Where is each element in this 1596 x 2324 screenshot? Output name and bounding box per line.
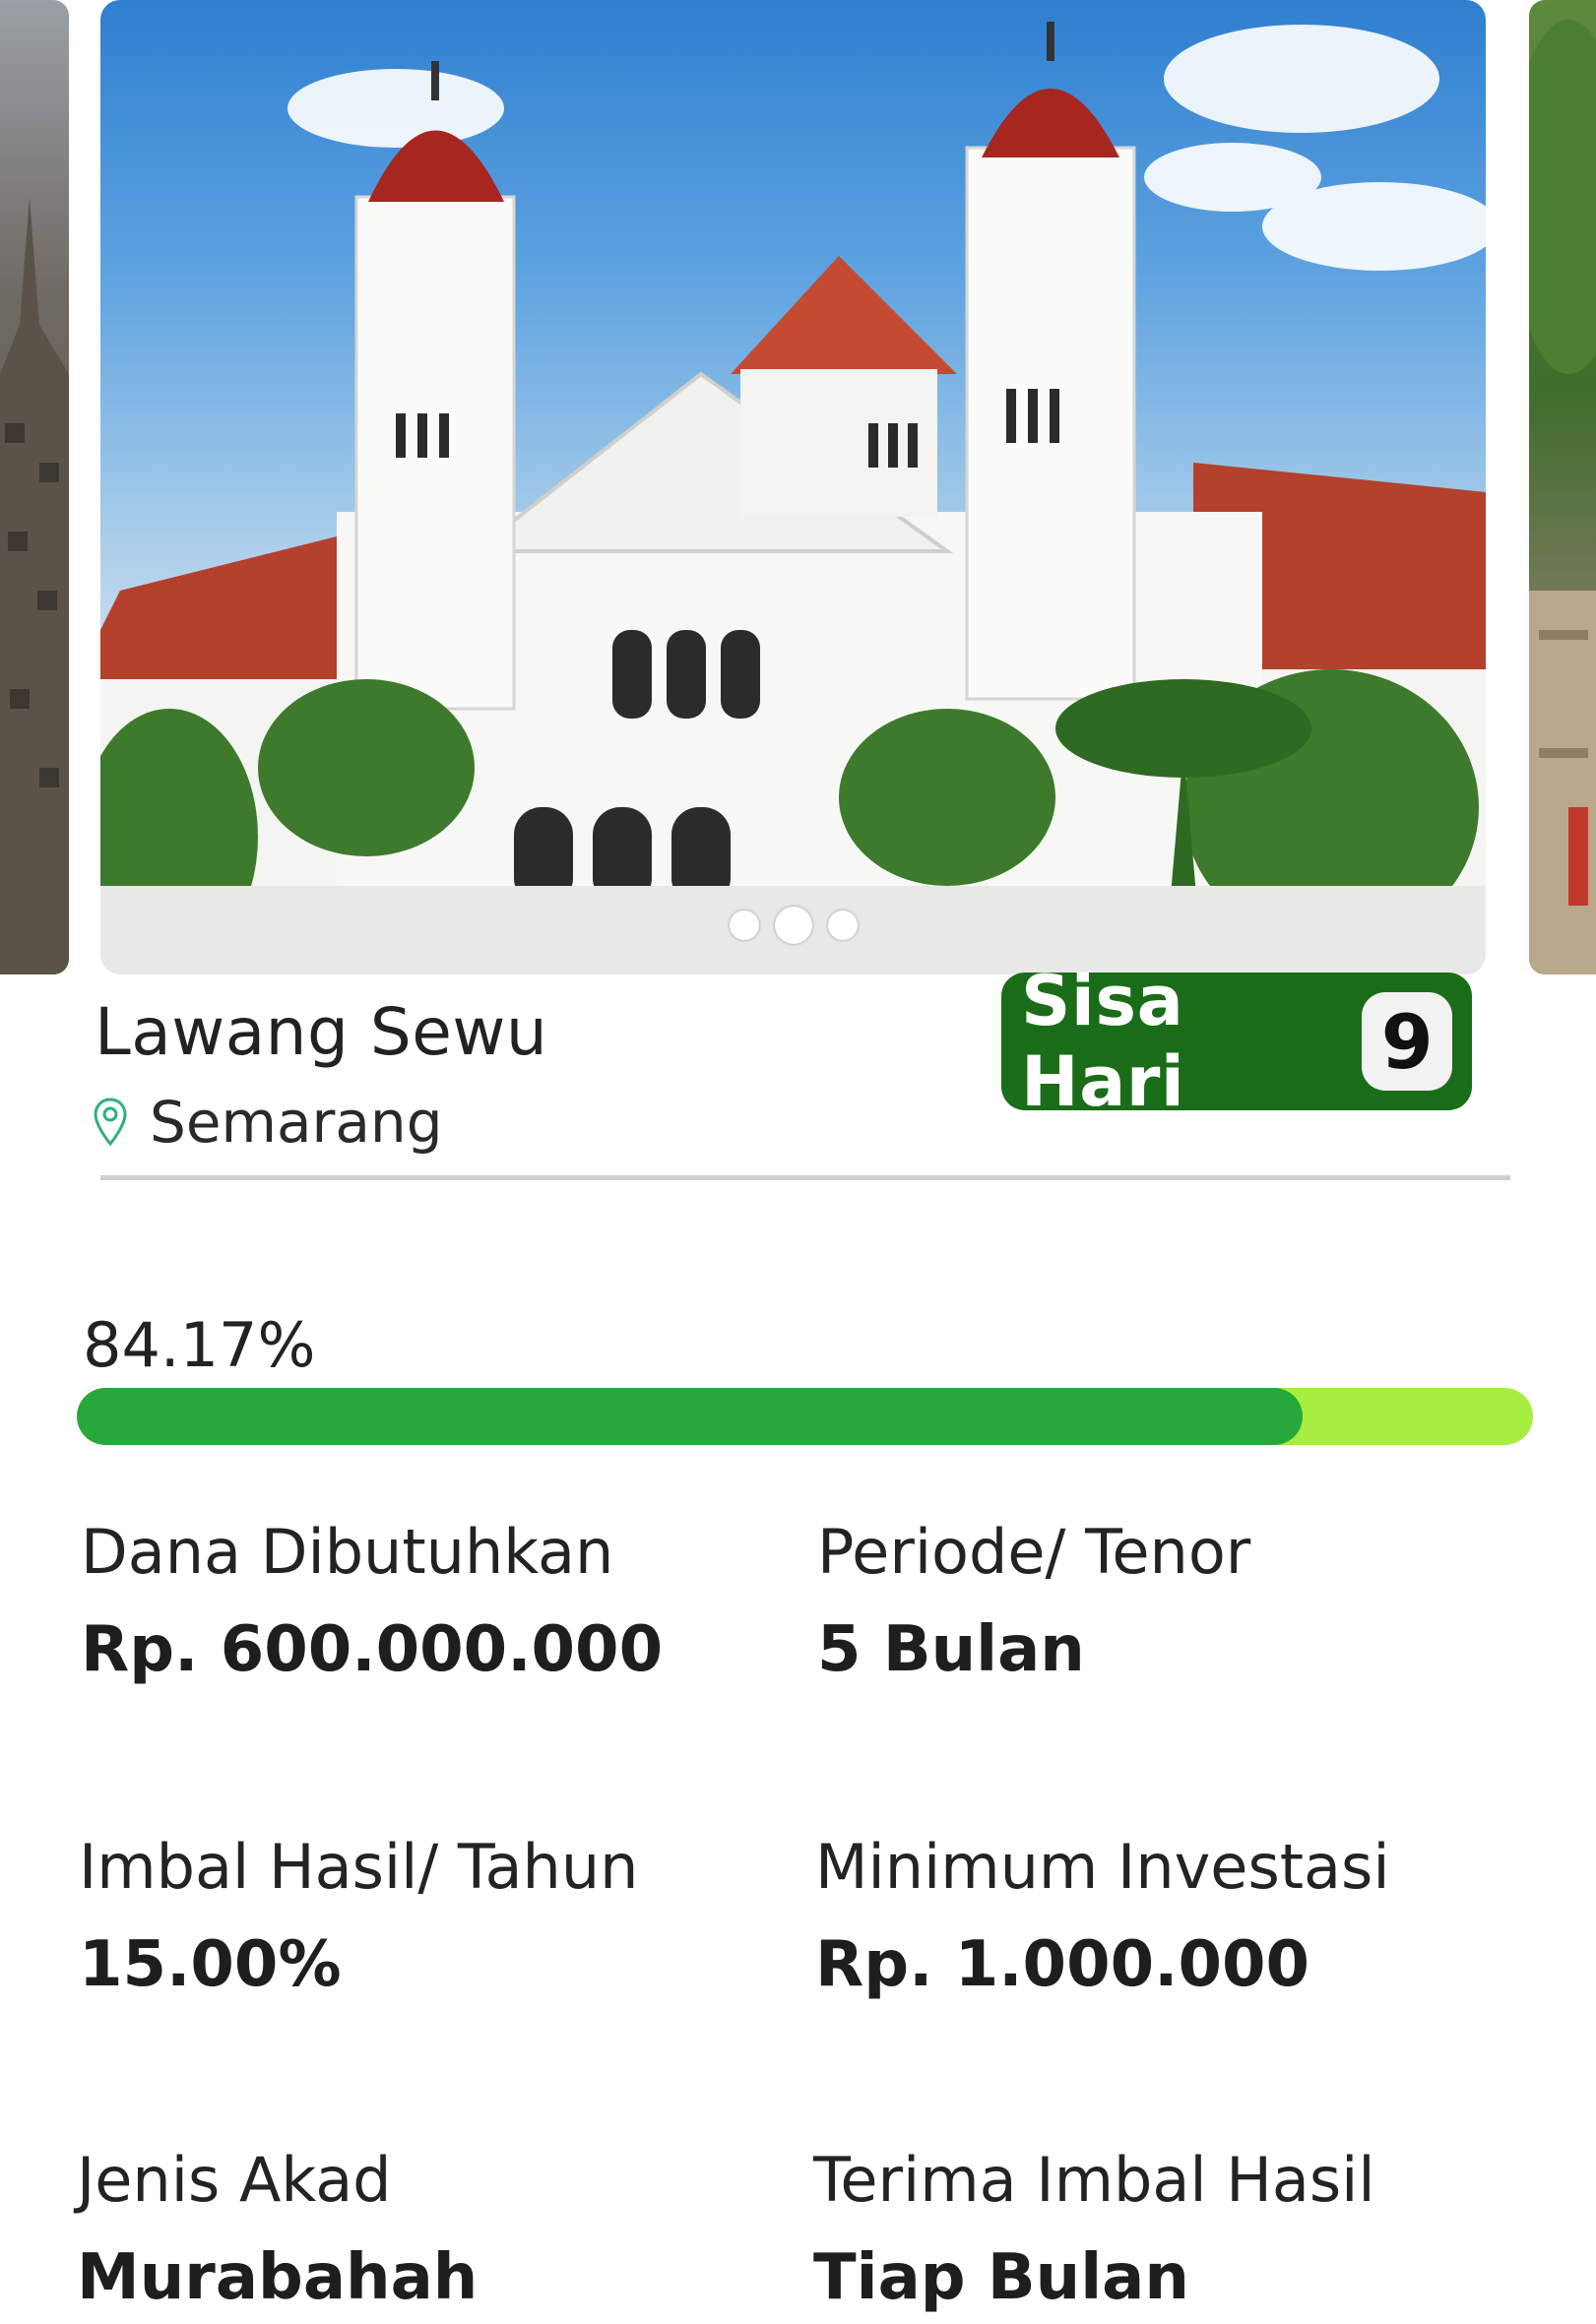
- remaining-days-badge: Sisa Hari 9: [1001, 961, 1472, 1122]
- location-text: Semarang: [150, 1089, 443, 1156]
- stat-label: Imbal Hasil/ Tahun: [79, 1831, 639, 1903]
- stat-value: 5 Bulan: [817, 1613, 1085, 1686]
- stat-periode-tenor: Periode/ Tenor 5 Bulan: [817, 1516, 1250, 1686]
- project-location: Semarang: [93, 1089, 443, 1156]
- project-title: Lawang Sewu: [95, 994, 548, 1070]
- funding-progress-fill: [77, 1388, 1303, 1445]
- remaining-days-label: Sisa Hari: [1021, 961, 1185, 1122]
- map-pin-icon: [94, 1098, 127, 1147]
- section-divider: [100, 1175, 1510, 1180]
- project-detail-page: Lawang Sewu Semarang Sisa Hari 9 84.17% …: [0, 0, 1596, 2324]
- stupa-illustration: [0, 197, 69, 974]
- stat-value: Rp. 600.000.000: [81, 1613, 664, 1686]
- stat-minimum-investasi: Minimum Investasi Rp. 1.000.000: [815, 1831, 1390, 2001]
- image-carousel[interactable]: [0, 0, 1596, 976]
- stat-label: Minimum Investasi: [815, 1831, 1390, 1903]
- stat-label: Periode/ Tenor: [817, 1516, 1251, 1588]
- funding-progress-bar: [77, 1388, 1533, 1445]
- previous-slide-image[interactable]: [0, 0, 69, 974]
- stat-label: Terima Imbal Hasil: [813, 2144, 1375, 2216]
- next-slide-image[interactable]: [1529, 0, 1596, 974]
- funding-progress-percent: 84.17%: [83, 1309, 316, 1381]
- stat-value: Rp. 1.000.000: [815, 1928, 1310, 2001]
- carousel-pagination: [100, 907, 1486, 944]
- carousel-dot[interactable]: [729, 911, 759, 940]
- foliage-illustration: [1529, 20, 1596, 974]
- stat-dana-dibutuhkan: Dana Dibutuhkan Rp. 600.000.000: [81, 1516, 663, 1686]
- carousel-dot[interactable]: [827, 911, 858, 940]
- current-slide-image[interactable]: [100, 0, 1486, 974]
- stat-label: Jenis Akad: [77, 2144, 392, 2216]
- stat-value: Murabahah: [77, 2241, 479, 2314]
- carousel-dot-active[interactable]: [774, 907, 812, 944]
- lawang-sewu-building-illustration: [100, 22, 1486, 974]
- stat-label: Dana Dibutuhkan: [81, 1516, 614, 1588]
- stat-value: Tiap Bulan: [813, 2241, 1189, 2314]
- stat-jenis-akad: Jenis Akad Murabahah: [77, 2144, 478, 2314]
- remaining-days-count: 9: [1362, 992, 1452, 1091]
- stat-value: 15.00%: [79, 1928, 342, 2001]
- stat-terima-imbal-hasil: Terima Imbal Hasil Tiap Bulan: [813, 2144, 1375, 2314]
- stat-imbal-hasil: Imbal Hasil/ Tahun 15.00%: [79, 1831, 638, 2001]
